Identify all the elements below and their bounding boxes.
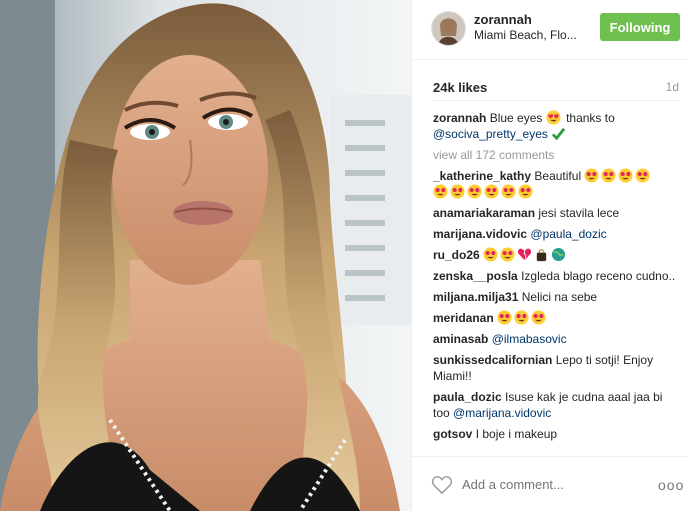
comment-item: aminasab @ilmabasovic	[433, 331, 681, 347]
comments-list: zorannah Blue eyes thanks to @sociva_pre…	[433, 110, 681, 456]
comment-item: paula_dozic Isuse kak je cudna aaal jaa …	[433, 389, 681, 421]
portrait-image	[0, 0, 411, 511]
comment-text: I boje i makeup	[475, 427, 558, 441]
broken-heart-emoji-icon	[517, 248, 532, 261]
post-location[interactable]: Miami Beach, Flo...	[474, 28, 577, 42]
caption-text: Blue eyes	[489, 111, 543, 125]
comment-item: ru_do26	[433, 247, 681, 263]
heart-eyes-emoji-icon	[514, 310, 529, 325]
heart-eyes-emoji-icon	[601, 168, 616, 183]
add-comment-input[interactable]	[462, 477, 612, 492]
comment-username[interactable]: paula_dozic	[433, 390, 502, 404]
caption-text-after: thanks to	[566, 111, 615, 125]
comment-username[interactable]: meridanan	[433, 311, 494, 325]
comment-mention[interactable]: @paula_dozic	[530, 227, 606, 241]
heart-eyes-emoji-icon	[483, 247, 498, 262]
comment-username[interactable]: miljana.milja31	[433, 290, 518, 304]
heart-eyes-emoji-icon	[618, 168, 633, 183]
heart-eyes-emoji-icon	[450, 184, 465, 199]
heart-eyes-emoji-icon	[518, 184, 533, 199]
comment-username[interactable]: ru_do26	[433, 248, 480, 262]
comment-username[interactable]: marijana.vidovic	[433, 227, 527, 241]
heart-eyes-emoji-icon	[584, 168, 599, 183]
comment-text: Izgleda blago receno cudno..	[521, 269, 676, 283]
globe-emoji-icon	[551, 247, 566, 262]
post-photo[interactable]	[0, 0, 411, 511]
heart-eyes-emoji-icon	[531, 310, 546, 325]
comment-item: marijana.vidovic @paula_dozic	[433, 226, 681, 242]
heart-eyes-emoji-icon	[501, 184, 516, 199]
post-sidebar: zorannah Miami Beach, Flo... Following 2…	[411, 0, 688, 511]
comment-item: meridanan	[433, 310, 681, 326]
likes-count[interactable]: 24k likes	[433, 80, 487, 95]
caption: zorannah Blue eyes thanks to @sociva_pre…	[433, 110, 681, 142]
avatar-image	[432, 12, 465, 45]
heart-eyes-emoji-icon	[635, 168, 650, 183]
post-username[interactable]: zorannah	[474, 12, 532, 27]
comment-text: Nelici na sebe	[521, 290, 598, 304]
heart-eyes-emoji-icon	[484, 184, 499, 199]
divider	[433, 100, 679, 101]
post-header: zorannah Miami Beach, Flo... Following	[412, 0, 688, 60]
comment-item: sunkissedcalifornian Lepo ti sotji! Enjo…	[433, 352, 681, 384]
heart-eyes-emoji-icon	[467, 184, 482, 199]
like-heart-icon[interactable]	[431, 475, 453, 495]
caption-mention[interactable]: @sociva_pretty_eyes	[433, 127, 548, 141]
checkmark-icon	[552, 127, 566, 141]
comment-text: jesi stavila lece	[538, 206, 620, 220]
avatar[interactable]	[431, 11, 466, 46]
comment-username[interactable]: _katherine_kathy	[433, 169, 531, 183]
following-button[interactable]: Following	[600, 13, 680, 41]
caption-username[interactable]: zorannah	[433, 111, 486, 125]
view-all-comments-link[interactable]: view all 172 comments	[433, 147, 681, 163]
comment-username[interactable]: sunkissedcalifornian	[433, 353, 552, 367]
comment-item: zenska__posla Izgleda blago receno cudno…	[433, 268, 681, 284]
heart-eyes-emoji-icon	[546, 110, 561, 125]
comment-item: miljana.milja31 Nelici na sebe	[433, 289, 681, 305]
comment-item: anamariakaraman jesi stavila lece	[433, 205, 681, 221]
more-options-icon[interactable]: ooo	[658, 477, 684, 493]
post-time[interactable]: 1d	[666, 80, 679, 94]
add-comment-bar: ooo	[412, 456, 688, 512]
heart-eyes-emoji-icon	[433, 184, 448, 199]
comment-username[interactable]: aminasab	[433, 332, 488, 346]
comment-item: gotsov I boje i makeup	[433, 426, 681, 442]
heart-eyes-emoji-icon	[500, 247, 515, 262]
bag-emoji-icon	[536, 249, 547, 262]
comment-text: Beautiful	[534, 169, 582, 183]
comment-mention[interactable]: @ilmabasovic	[492, 332, 567, 346]
heart-eyes-emoji-icon	[497, 310, 512, 325]
comment-item: _katherine_kathy Beautiful	[433, 168, 681, 200]
comment-username[interactable]: gotsov	[433, 427, 472, 441]
comment-username[interactable]: anamariakaraman	[433, 206, 535, 220]
comment-username[interactable]: zenska__posla	[433, 269, 518, 283]
instagram-post-view: zorannah Miami Beach, Flo... Following 2…	[0, 0, 688, 511]
comment-mention[interactable]: @marijana.vidovic	[453, 406, 551, 420]
